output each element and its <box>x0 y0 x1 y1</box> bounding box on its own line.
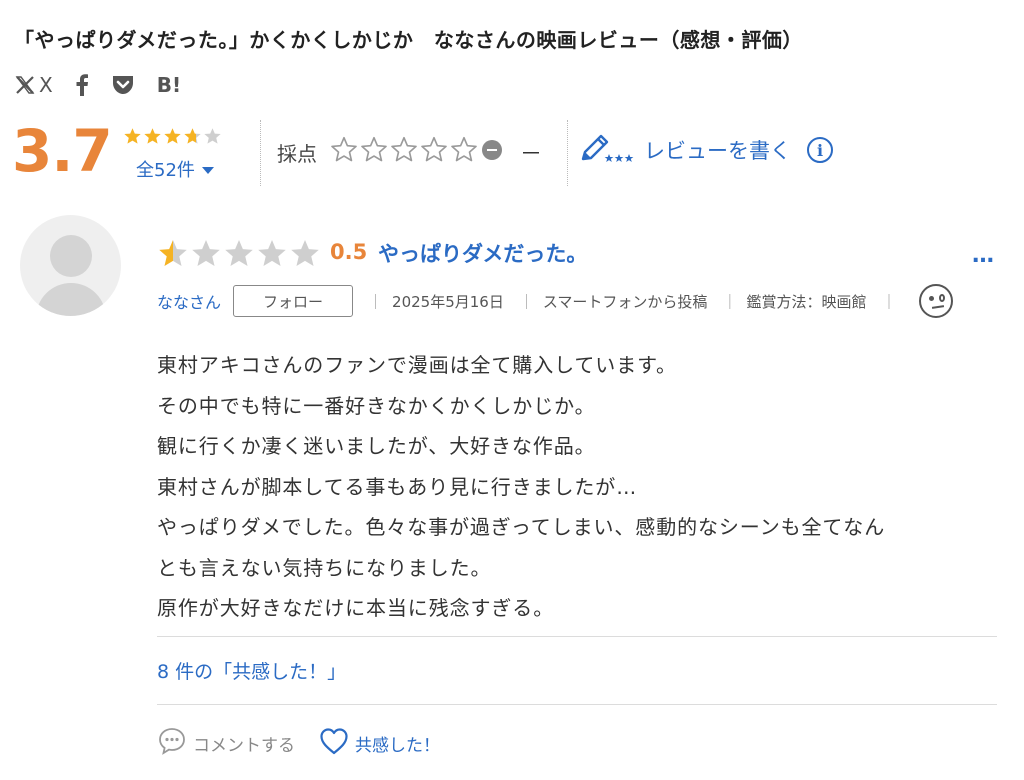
empty-star-icon[interactable] <box>330 136 358 164</box>
review-title[interactable]: やっぱりダメだった。 <box>378 238 587 268</box>
empty-star-icon[interactable] <box>420 136 448 164</box>
write-review-label: レビューを書く <box>644 139 791 163</box>
follow-button[interactable]: フォロー <box>233 285 354 317</box>
post-device: スマートフォンから投稿 <box>542 292 708 311</box>
review-star-rating <box>157 238 322 270</box>
review-body-line: 観に行くか凄く迷いましたが、大好きな作品。 <box>157 434 596 458</box>
star-empty-icon <box>204 128 221 144</box>
average-score: 3.7 <box>12 117 113 185</box>
caret-down-icon <box>201 166 214 174</box>
review-score: 0.5 <box>330 240 368 264</box>
like-label: 共感した！ <box>355 735 440 756</box>
avatar-head <box>50 235 92 277</box>
review-body-line: とも言えない気持ちになりました。 <box>157 555 492 580</box>
clear-score-icon[interactable] <box>482 140 502 160</box>
hatena-bookmark-icon: B! <box>156 73 182 97</box>
page-title: 「やっぱりダメだった。」かくかくしかじか ななさんの映画レビュー（感想・評価） <box>14 28 803 52</box>
star-empty-icon <box>225 240 253 266</box>
facebook-icon <box>75 74 89 96</box>
divider <box>260 120 261 186</box>
star-full-icon <box>124 128 141 144</box>
review-body-line: 原作が大好きなだけに本当に残念すぎる。 <box>157 596 555 620</box>
divider <box>567 120 568 186</box>
pocket-icon <box>111 74 135 96</box>
score-star-input[interactable] <box>330 136 480 164</box>
review-body-line: その中でも特に一番好きなかくかくしかじか。 <box>157 393 596 418</box>
x-logo-icon <box>14 74 36 96</box>
like-button[interactable]: 共感した！ <box>319 727 440 760</box>
rating-summary-bar: 3.7 全52件 採点 － レビューを書く i <box>0 117 1024 188</box>
comment-bubble-icon <box>157 726 187 761</box>
user-name-link[interactable]: ななさん <box>157 289 221 313</box>
pencil-stars-icon <box>580 132 636 168</box>
user-avatar[interactable] <box>20 215 121 316</box>
meta-separator: ｜ <box>722 292 738 311</box>
share-x-label: X <box>39 73 53 97</box>
score-value: － <box>520 142 543 167</box>
heart-icon <box>319 727 349 760</box>
avatar-body <box>36 283 106 316</box>
share-row: X B! <box>14 70 203 100</box>
review-body-line: やっぱりダメでした。色々な事が過ぎってしまい、感動的なシーンも全てなん <box>157 515 886 539</box>
share-hatena-button[interactable]: B! <box>157 70 181 100</box>
empathy-count-link[interactable]: 8 件の「共感した！」 <box>157 657 346 684</box>
mood-eye-right <box>939 294 946 302</box>
star-full-icon <box>164 128 181 144</box>
divider <box>157 636 997 637</box>
review-count-dropdown[interactable]: 全52件 <box>136 156 214 182</box>
mood-face-icon <box>919 284 954 318</box>
star-empty-icon <box>291 240 319 266</box>
watch-method: 鑑賞方法：映画館 <box>746 292 867 311</box>
review-count-label: 全52件 <box>136 160 195 181</box>
empty-star-icon[interactable] <box>390 136 418 164</box>
comment-button[interactable]: コメントする <box>157 726 295 761</box>
star-empty-icon <box>192 240 220 266</box>
empty-star-icon[interactable] <box>360 136 388 164</box>
empty-star-icon[interactable] <box>450 136 478 164</box>
write-review-link[interactable]: レビューを書く i <box>580 132 833 168</box>
mood-eye-left <box>929 296 935 301</box>
meta-separator: ｜ <box>881 292 897 311</box>
mood-mouth <box>932 305 945 309</box>
comment-label: コメントする <box>193 735 295 756</box>
review-body-line: 東村さんが脚本してる事もあり見に行きましたが… <box>157 474 638 499</box>
review-date: 2025年5月16日 <box>392 292 504 311</box>
share-x-button[interactable]: X <box>14 70 53 100</box>
review-body-line: 東村アキコさんのファンで漫画は全て購入しています。 <box>157 353 677 377</box>
divider <box>157 704 997 705</box>
review-actions: コメントする 共感した！ <box>157 726 440 760</box>
more-options-button[interactable]: … <box>972 245 995 267</box>
share-facebook-button[interactable] <box>75 70 89 100</box>
meta-separator: ｜ <box>368 292 384 311</box>
review-meta: ななさん フォロー ｜ 2025年5月16日 ｜ スマートフォンから投稿 ｜ 鑑… <box>157 284 954 318</box>
meta-separator: ｜ <box>518 292 534 311</box>
review-body: 東村アキコさんのファンで漫画は全て購入しています。 その中でも特に一番好きなかく… <box>157 345 1007 629</box>
average-star-rating <box>123 127 223 146</box>
star-empty-icon <box>258 240 286 266</box>
star-full-icon <box>144 128 161 144</box>
star-half-icon <box>184 128 201 144</box>
score-label: 採点 <box>277 142 317 166</box>
info-circle-icon[interactable]: i <box>807 137 833 163</box>
share-pocket-button[interactable] <box>111 70 135 100</box>
star-half-icon <box>159 240 187 266</box>
